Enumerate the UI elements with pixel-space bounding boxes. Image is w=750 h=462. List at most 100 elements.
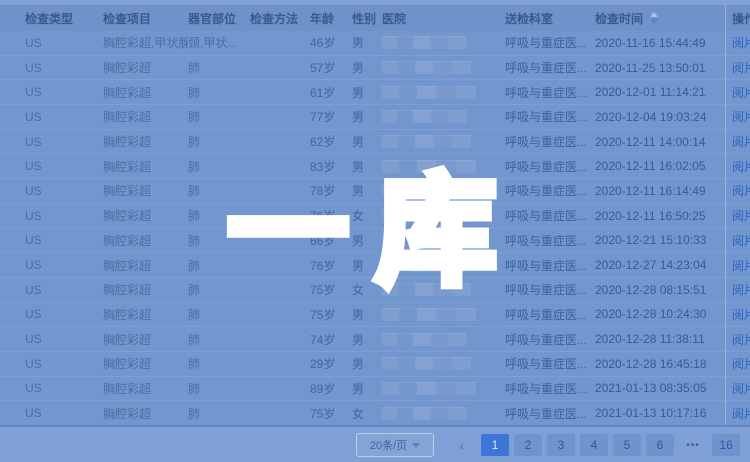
cell-exam-time: 2020-12-21 15:10:33 [595,233,725,247]
header-cell-department: 送检科室 [505,10,595,27]
cell-department: 呼吸与重症医... [505,281,595,298]
cell-exam-item: 胸腔彩超 [103,355,188,372]
view-images-link[interactable]: 阅片 [732,405,750,422]
cell-exam-type: US [25,184,103,198]
cell-gender: 男 [352,158,382,175]
redacted-hospital-block [382,110,466,123]
cell-organ-part: 肺 [188,257,250,274]
cell-age: 78岁 [310,182,352,199]
page-button-4[interactable]: 4 [580,434,608,456]
table-row: US胸腔彩超肺29岁男呼吸与重症医...2020-12-28 16:45:18阅… [0,351,750,376]
cell-exam-item: 胸腔彩超 [103,306,188,323]
page-ellipsis[interactable]: ••• [679,434,707,456]
cell-department: 呼吸与重症医... [505,331,595,348]
cell-organ-part: 肺 [188,331,250,348]
prev-page-button[interactable]: ‹ [448,434,476,456]
view-images-link[interactable]: 阅片 [732,380,750,397]
header-cell-exam-type: 检查类型 [25,10,103,27]
cell-exam-type: US [25,258,103,272]
table-row: US胸腔彩超肺61岁男呼吸与重症医...2020-12-01 11:14:21阅… [0,79,750,104]
sort-caret-down-icon[interactable] [650,19,658,24]
table-row: US胸腔彩超肺75岁男呼吸与重症医...2020-12-28 10:24:30阅… [0,302,750,327]
cell-hospital [382,86,505,99]
cell-exam-time: 2021-01-13 08:35:05 [595,381,725,395]
header-cell-gender: 性别 [352,10,382,27]
cell-gender: 男 [352,84,382,101]
view-images-link[interactable]: 阅片 [732,306,750,323]
view-images-link[interactable]: 阅片 [732,257,750,274]
page-button-3[interactable]: 3 [547,434,575,456]
exam-table: 检查类型检查项目器官部位检查方法年龄性别医院送检科室检查时间操作 US胸腔彩超,… [0,5,750,426]
cell-exam-type: US [25,332,103,346]
cell-exam-type: US [25,209,103,223]
cell-age: 74岁 [310,331,352,348]
cell-gender: 男 [352,34,382,51]
view-images-link[interactable]: 阅片 [732,232,750,249]
view-images-link[interactable]: 阅片 [732,182,750,199]
cell-actions: 阅片 [725,31,750,55]
cell-organ-part: 肺 [188,306,250,323]
view-images-link[interactable]: 阅片 [732,158,750,175]
cell-exam-time: 2020-12-01 11:14:21 [595,85,725,99]
cell-age: 77岁 [310,108,352,125]
cell-gender: 男 [352,331,382,348]
redacted-hospital-block [382,61,471,74]
cell-gender: 男 [352,133,382,150]
header-cell-exam-time[interactable]: 检查时间 [595,10,725,27]
view-images-link[interactable]: 阅片 [732,59,750,76]
cell-age: 66岁 [310,232,352,249]
view-images-link[interactable]: 阅片 [732,331,750,348]
sort-caret-up-icon[interactable] [650,12,658,17]
table-row: US胸腔彩超,甲状腺彩超颈,甲状...46岁男呼吸与重症医...2020-11-… [0,31,750,55]
table-row: US胸腔彩超肺78岁男呼吸与重症医...2020-12-11 16:14:49阅… [0,178,750,203]
cell-gender: 男 [352,380,382,397]
cell-organ-part: 颈,甲状... [188,34,250,51]
cell-actions: 阅片 [725,229,750,253]
page-button-6[interactable]: 6 [646,434,674,456]
cell-gender: 男 [352,257,382,274]
cell-organ-part: 肺 [188,355,250,372]
cell-organ-part: 肺 [188,405,250,422]
cell-gender: 男 [352,306,382,323]
view-images-link[interactable]: 阅片 [732,34,750,51]
header-cell-hospital: 医院 [382,10,505,27]
view-images-link[interactable]: 阅片 [732,207,750,224]
cell-exam-time: 2021-01-13 10:17:16 [595,406,725,420]
redacted-hospital-block [382,283,471,296]
page-size-select[interactable]: 20条/页 [356,433,434,457]
cell-age: 75岁 [310,281,352,298]
view-images-link[interactable]: 阅片 [732,108,750,125]
page-button-2[interactable]: 2 [514,434,542,456]
cell-age: 61岁 [310,84,352,101]
table-row: US胸腔彩超肺75岁女呼吸与重症医...2021-01-13 10:17:16阅… [0,400,750,425]
view-images-link[interactable]: 阅片 [732,84,750,101]
header-label-exam-type: 检查类型 [25,10,73,27]
table-row: US胸腔彩超肺74岁男呼吸与重症医...2020-12-28 11:38:11阅… [0,326,750,351]
page-button-5[interactable]: 5 [613,434,641,456]
header-cell-exam-item: 检查项目 [103,10,188,27]
page-button-1[interactable]: 1 [481,434,509,456]
view-images-link[interactable]: 阅片 [732,281,750,298]
cell-exam-time: 2020-12-28 16:45:18 [595,357,725,371]
redacted-hospital-block [382,184,466,197]
view-images-link[interactable]: 阅片 [732,355,750,372]
cell-exam-type: US [25,85,103,99]
header-cell-organ-part: 器官部位 [188,10,250,27]
cell-gender: 女 [352,207,382,224]
page-button-16[interactable]: 16 [712,434,740,456]
cell-actions: 阅片 [725,56,750,80]
table-row: US胸腔彩超肺57岁男呼吸与重症医...2020-11-25 13:50:01阅… [0,55,750,80]
cell-actions: 阅片 [725,130,750,154]
table-row: US胸腔彩超肺75岁女呼吸与重症医...2020-12-28 08:15:51阅… [0,277,750,302]
cell-hospital [382,407,505,420]
redacted-hospital-block [382,135,471,148]
cell-hospital [382,209,505,222]
cell-exam-item: 胸腔彩超 [103,133,188,150]
sort-carets [650,12,658,24]
view-images-link[interactable]: 阅片 [732,133,750,150]
redacted-hospital-block [382,234,476,247]
cell-exam-type: US [25,307,103,321]
cell-department: 呼吸与重症医... [505,306,595,323]
cell-age: 57岁 [310,59,352,76]
cell-age: 76岁 [310,207,352,224]
